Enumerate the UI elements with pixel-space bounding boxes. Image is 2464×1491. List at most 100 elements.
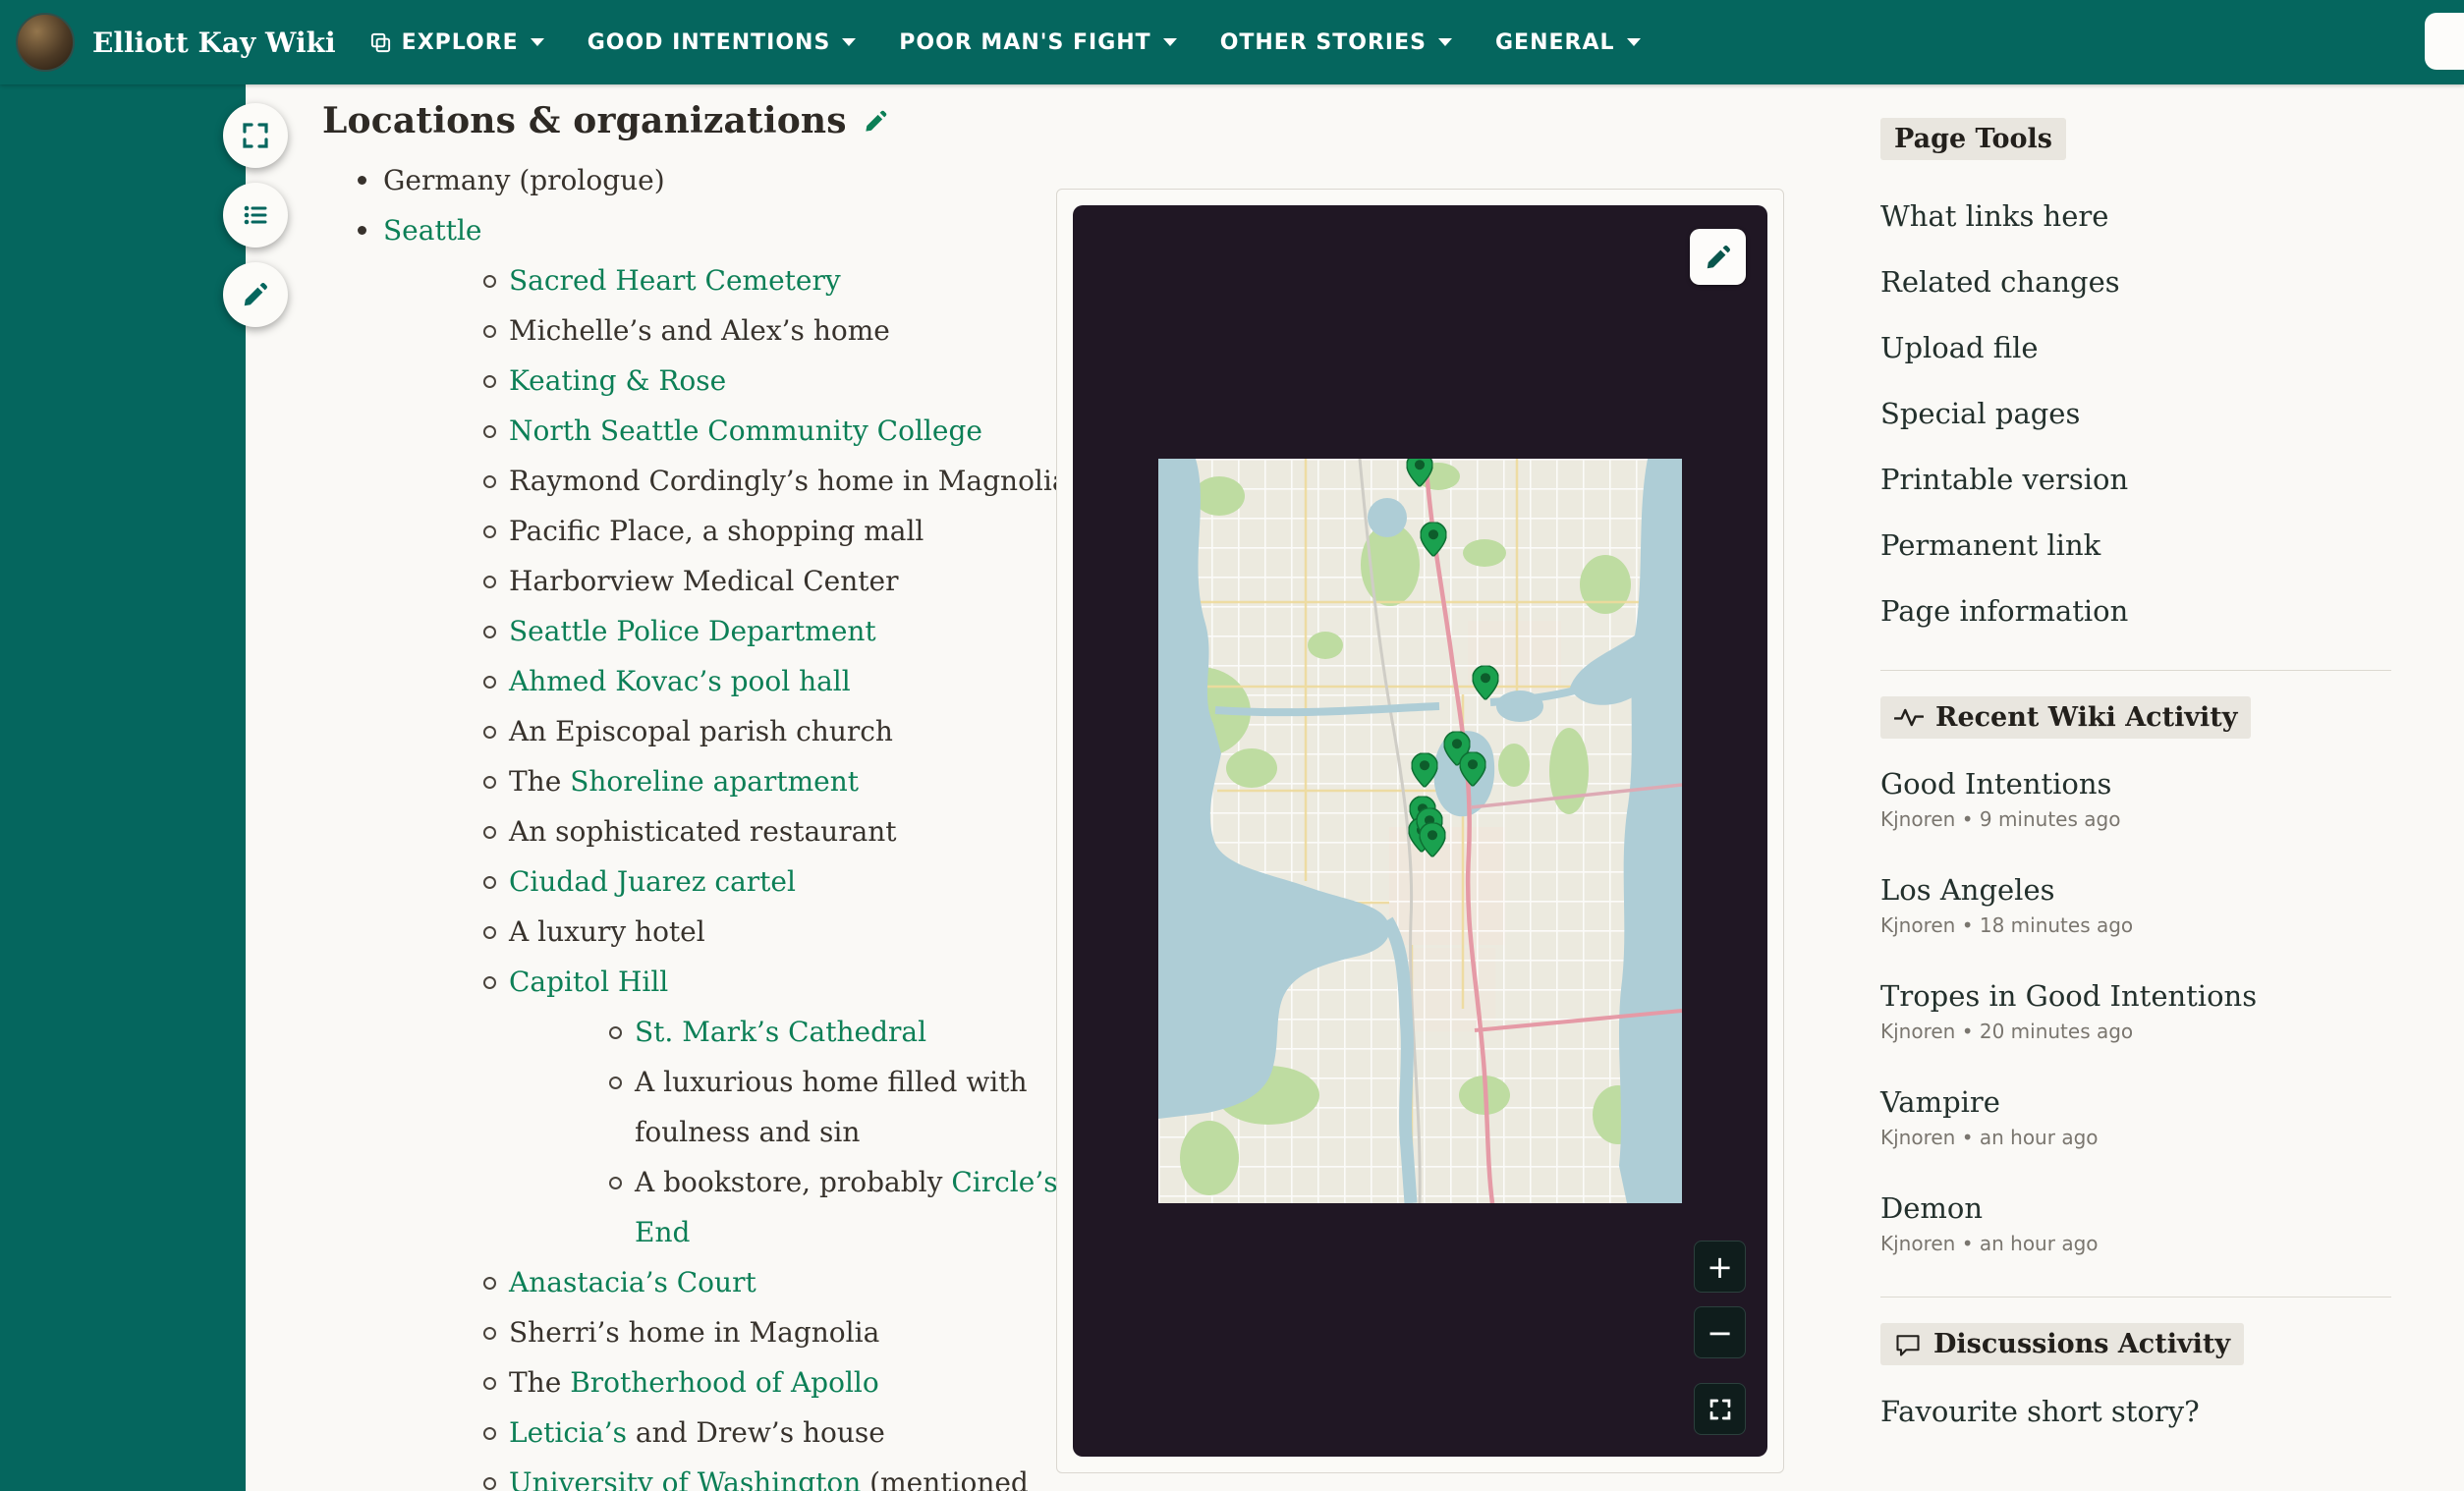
map-marker-icon[interactable]	[1411, 753, 1437, 792]
map-marker-icon[interactable]	[1419, 822, 1445, 860]
list-item: Keating & Rose	[448, 356, 1069, 406]
page-tool-special-pages[interactable]: Special pages	[1880, 381, 2431, 447]
pencil-icon	[863, 108, 889, 135]
map-figure: + −	[1056, 189, 1784, 1473]
locations-list: Germany (prologue)SeattleSacred Heart Ce…	[322, 155, 1069, 1491]
map-marker-icon[interactable]	[1460, 751, 1486, 790]
wiki-link-north-seattle-community-college[interactable]: North Seattle Community College	[509, 414, 982, 447]
edit-page-button[interactable]	[223, 262, 288, 327]
list-item: Capitol Hill St. Mark’s Cathedral A luxuri…	[448, 957, 1069, 1257]
top-navbar: Elliott Kay Wiki EXPLORE GOOD INTENTIONS P…	[0, 0, 2464, 84]
chevron-down-icon	[1163, 38, 1177, 46]
page-tool-related-changes[interactable]: Related changes	[1880, 249, 2431, 315]
list-item: Sacred Heart Cemetery	[448, 255, 1069, 305]
nav-item-general[interactable]: GENERAL	[1495, 30, 1641, 55]
wiki-link-anastacia-s-court[interactable]: Anastacia’s Court	[509, 1266, 756, 1298]
activity-meta: Kjnoren • an hour ago	[1880, 1232, 2431, 1255]
wiki-link-brotherhood-of-apollo[interactable]: Brotherhood of Apollo	[570, 1366, 879, 1399]
divider	[1880, 1297, 2391, 1298]
activity-item: Los AngelesKjnoren • 18 minutes ago	[1880, 872, 2431, 937]
pencil-icon	[241, 280, 270, 309]
explore-icon	[369, 31, 392, 54]
wiki-link-university-of-washington[interactable]: University of Washington	[509, 1466, 861, 1491]
edit-section-button[interactable]	[863, 108, 889, 135]
list-item: An sophisticated restaurant	[448, 806, 1069, 856]
map-edit-button[interactable]	[1690, 229, 1746, 285]
expand-button[interactable]	[223, 103, 288, 168]
wiki-link-ahmed-kovac-s-pool-hall[interactable]: Ahmed Kovac’s pool hall	[509, 665, 851, 697]
list-item: The Brotherhood of Apollo	[448, 1357, 1069, 1408]
fullscreen-icon	[1708, 1397, 1733, 1422]
chevron-down-icon	[1627, 38, 1641, 46]
list-item: Raymond Cordingly’s home in Magnolia	[448, 456, 1069, 506]
activity-meta: Kjnoren • 20 minutes ago	[1880, 1020, 2431, 1043]
map[interactable]	[1158, 459, 1682, 1203]
wiki-title[interactable]: Elliott Kay Wiki	[92, 27, 336, 59]
page-tools-heading: Page Tools	[1880, 118, 2066, 160]
wiki-logo[interactable]	[16, 13, 75, 72]
wiki-link-sacred-heart-cemetery[interactable]: Sacred Heart Cemetery	[509, 264, 841, 297]
recent-activity-list: Good IntentionsKjnoren • 9 minutes ago Lo…	[1880, 766, 2431, 1255]
wiki-link-seattle[interactable]: Seattle	[383, 214, 481, 247]
list-item: A luxury hotel	[448, 907, 1069, 957]
page-tool-upload-file[interactable]: Upload file	[1880, 315, 2431, 381]
list-item: A luxurious home filled with foulness an…	[574, 1057, 1069, 1157]
contents-button[interactable]	[223, 183, 288, 248]
right-sidebar: Page Tools What links hereRelated change…	[1880, 118, 2431, 1428]
map-fullscreen-button[interactable]	[1694, 1383, 1746, 1435]
list-item: Sherri’s home in Magnolia	[448, 1307, 1069, 1357]
wiki-link-ciudad-juarez-cartel[interactable]: Ciudad Juarez cartel	[509, 865, 796, 898]
map-markers	[1158, 459, 1682, 1203]
divider	[1880, 670, 2391, 671]
activity-link-los-angeles[interactable]: Los Angeles	[1880, 872, 2054, 908]
nav-item-poor-man-s-fight[interactable]: POOR MAN'S FIGHT	[899, 30, 1176, 55]
page-tool-printable-version[interactable]: Printable version	[1880, 447, 2431, 513]
list-item: An Episcopal parish church	[448, 706, 1069, 756]
list-item: Ciudad Juarez cartel	[448, 856, 1069, 907]
page-tools-list: What links hereRelated changesUpload fil…	[1880, 184, 2431, 644]
list-item: Harborview Medical Center	[448, 556, 1069, 606]
wiki-link-shoreline-apartment[interactable]: Shoreline apartment	[570, 765, 859, 798]
left-rail	[0, 84, 246, 1491]
list-item: A bookstore, probably Circle’s End	[574, 1157, 1069, 1257]
nav-menu: EXPLORE GOOD INTENTIONS POOR MAN'S FIGHT OT…	[369, 0, 1684, 84]
activity-link-vampire[interactable]: Vampire	[1880, 1084, 2000, 1120]
wiki-link-capitol-hill[interactable]: Capitol Hill	[509, 966, 668, 998]
wiki-link-leticia-s[interactable]: Leticia’s	[509, 1416, 627, 1449]
page-tool-what-links-here[interactable]: What links here	[1880, 184, 2431, 249]
list-item: Anastacia’s Court	[448, 1257, 1069, 1307]
chevron-down-icon	[842, 38, 856, 46]
page-tool-permanent-link[interactable]: Permanent link	[1880, 513, 2431, 579]
zoom-out-button[interactable]: −	[1694, 1306, 1746, 1358]
map-marker-icon[interactable]	[1421, 523, 1447, 561]
zoom-in-button[interactable]: +	[1694, 1241, 1746, 1293]
nav-item-good-intentions[interactable]: GOOD INTENTIONS	[588, 30, 857, 55]
list-item: North Seattle Community College	[448, 406, 1069, 456]
chevron-down-icon	[531, 38, 544, 46]
wiki-link-seattle-police-department[interactable]: Seattle Police Department	[509, 615, 876, 647]
map-marker-icon[interactable]	[1406, 459, 1432, 491]
list-item: Seattle Police Department	[448, 606, 1069, 656]
map-marker-icon[interactable]	[1473, 665, 1499, 703]
activity-link-tropes-in-good-intentions[interactable]: Tropes in Good Intentions	[1880, 978, 2257, 1014]
main-content: Locations & organizations Germany (prolo…	[322, 100, 1069, 1491]
list-item: Pacific Place, a shopping mall	[448, 506, 1069, 556]
activity-link-good-intentions[interactable]: Good Intentions	[1880, 766, 2111, 801]
list-item: Leticia’s and Drew’s house	[448, 1408, 1069, 1458]
nav-item-other-stories[interactable]: OTHER STORIES	[1220, 30, 1452, 55]
activity-item: Demon Kjnoren • an hour ago	[1880, 1190, 2431, 1255]
wiki-link-keating-rose[interactable]: Keating & Rose	[509, 364, 726, 397]
activity-pulse-icon	[1894, 706, 1924, 729]
list-item: St. Mark’s Cathedral	[574, 1007, 1069, 1057]
activity-link-demon[interactable]: Demon	[1880, 1190, 1983, 1226]
nav-item-explore[interactable]: EXPLORE	[369, 30, 544, 55]
discussions-icon	[1894, 1331, 1922, 1358]
page-tool-page-information[interactable]: Page information	[1880, 579, 2431, 644]
wiki-link-st-mark-s-cathedral[interactable]: St. Mark’s Cathedral	[635, 1016, 926, 1048]
list-item: Seattle Sacred Heart Cemetery Michelle’s a…	[322, 205, 1069, 1491]
recent-activity-heading: Recent Wiki Activity	[1880, 696, 2251, 739]
search-button[interactable]	[2425, 13, 2464, 70]
activity-item: Good IntentionsKjnoren • 9 minutes ago	[1880, 766, 2431, 831]
list-item: Michelle’s and Alex’s home	[448, 305, 1069, 356]
discussion-link[interactable]: Favourite short story?	[1880, 1395, 2431, 1428]
